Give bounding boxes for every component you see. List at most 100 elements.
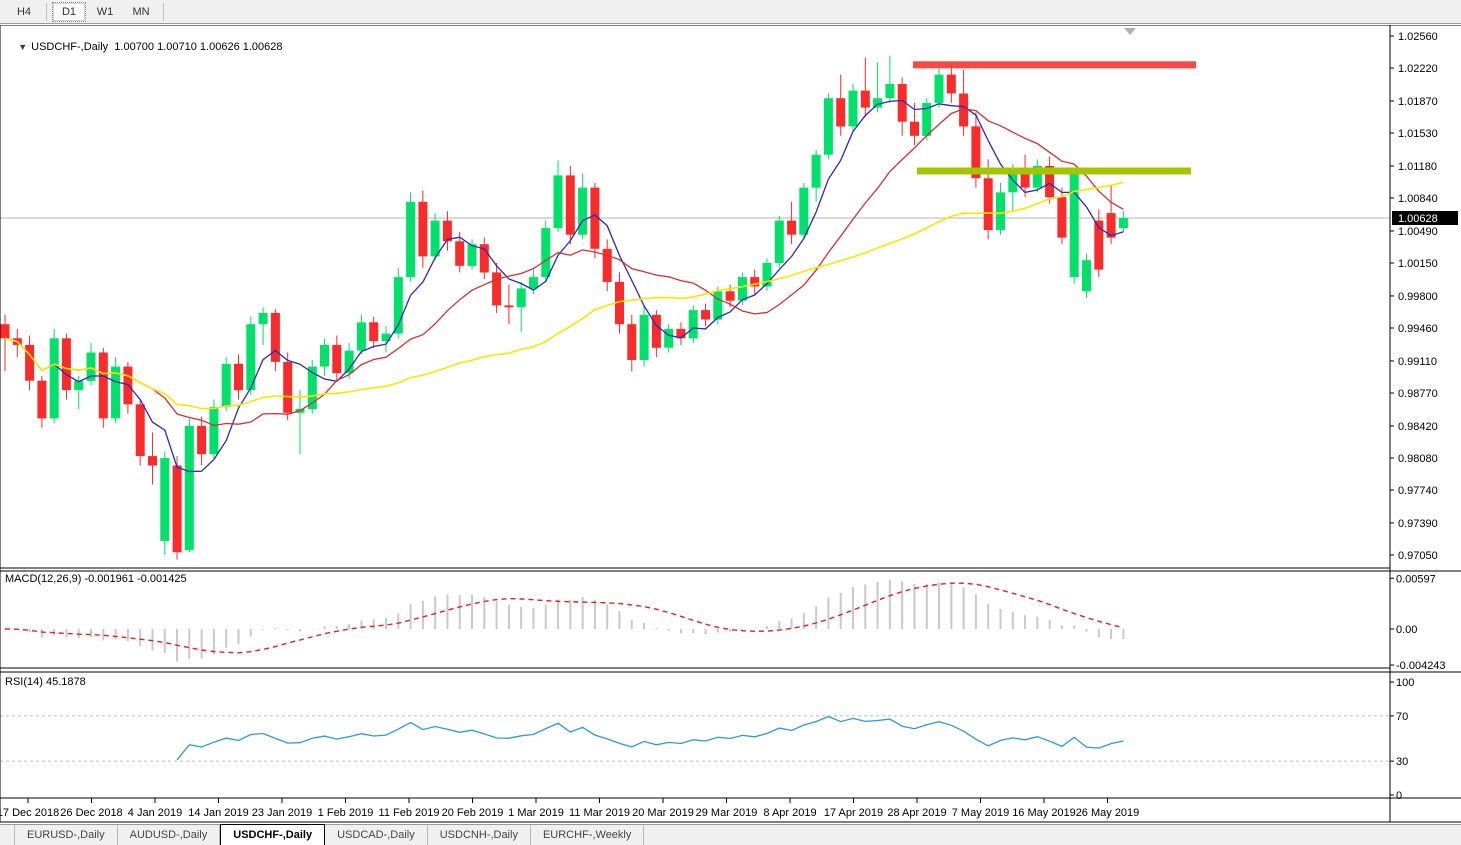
chart-workspace[interactable]: 1.02560 1.02220 1.01870 1.01530 1.01180 1.008… — [0, 25, 1461, 823]
chart-tab-eurusd[interactable]: EURUSD-,Daily — [14, 825, 118, 845]
support-line[interactable] — [917, 167, 1191, 175]
candle — [934, 74, 944, 103]
candle — [430, 220, 440, 257]
candle — [578, 187, 588, 235]
date-axis-label: 8 Apr 2019 — [763, 807, 816, 819]
rsi-axis-label: 0 — [1396, 790, 1402, 802]
candle — [529, 277, 538, 289]
date-axis-label: 23 Jan 2019 — [252, 807, 313, 819]
candle — [516, 288, 526, 308]
rsi-indicator-label: RSI(14) 45.1878 — [5, 676, 86, 688]
ma-line-34 — [4, 181, 1124, 410]
date-axis-label: 17 Dec 2018 — [0, 807, 59, 819]
date-axis-label: 20 Mar 2019 — [632, 807, 694, 819]
chart-tab-bar: EURUSD-,Daily AUDUSD-,Daily USDCHF-,Daily U… — [0, 824, 1461, 845]
candle — [639, 314, 649, 360]
candle — [1057, 197, 1067, 238]
candle — [541, 228, 551, 278]
date-axis-label: 20 Feb 2019 — [442, 807, 504, 819]
date-axis-label: 17 Apr 2019 — [824, 807, 883, 819]
chart-tab-usdcad[interactable]: USDCAD-,Daily — [325, 825, 428, 845]
candle — [1020, 173, 1030, 188]
price-axis-label: 0.99460 — [1398, 323, 1438, 335]
candle — [885, 84, 895, 99]
price-axis-label: 0.98770 — [1398, 388, 1438, 400]
candle — [406, 201, 416, 278]
rsi-axis-label: 100 — [1396, 677, 1414, 689]
candle — [504, 305, 514, 308]
date-axis-label: 28 Apr 2019 — [887, 807, 946, 819]
candle — [799, 187, 809, 235]
candle — [369, 322, 379, 342]
toolbar-separator — [163, 2, 164, 21]
chart-tab-usdchf[interactable]: USDCHF-,Daily — [220, 824, 326, 845]
price-axis-label: 0.98080 — [1398, 453, 1438, 465]
symbol-dropdown-icon[interactable]: ▼ — [18, 42, 27, 52]
price-axis-label: 0.98420 — [1398, 421, 1438, 433]
candle — [135, 404, 145, 457]
chart-tab-eurchf[interactable]: EURCHF-,Weekly — [531, 825, 645, 845]
candle — [160, 458, 170, 541]
candle — [258, 312, 268, 325]
date-axis-label: 11 Feb 2019 — [379, 807, 440, 819]
candle — [320, 344, 329, 367]
candle — [283, 361, 293, 413]
candle — [184, 425, 194, 551]
candle — [664, 328, 674, 348]
candle — [148, 456, 157, 466]
candle — [1069, 173, 1079, 278]
candle — [270, 312, 280, 362]
ma-line-5 — [4, 99, 1124, 473]
candle — [234, 363, 243, 391]
candle — [418, 201, 428, 257]
candle — [197, 425, 207, 455]
price-axis[interactable]: 1.02560 1.02220 1.01870 1.01530 1.01180 1.008… — [1390, 31, 1458, 802]
candle — [688, 310, 698, 339]
toolbar-separator — [46, 2, 47, 21]
candle — [565, 175, 575, 235]
price-axis-label: 1.00150 — [1398, 258, 1438, 270]
date-axis-label: 1 Feb 2019 — [318, 807, 374, 819]
date-axis-label: 29 Mar 2019 — [696, 807, 758, 819]
chart-tab-usdcnh[interactable]: USDCNH-,Daily — [428, 825, 531, 845]
macd-axis-label: -0.004243 — [1396, 660, 1446, 672]
macd-panel — [4, 579, 1125, 662]
candle — [442, 220, 452, 242]
candle — [627, 324, 637, 360]
date-axis-label: 16 May 2019 — [1012, 807, 1076, 819]
timeframe-button-h4[interactable]: H4 — [7, 2, 41, 22]
candle — [701, 310, 710, 320]
candle — [811, 154, 821, 188]
macd-axis-label: 0.00 — [1396, 624, 1417, 636]
date-axis-label: 14 Jan 2019 — [188, 807, 249, 819]
candle — [860, 90, 870, 108]
chart-shift-marker[interactable] — [1124, 28, 1136, 35]
price-axis-label: 1.01530 — [1398, 128, 1438, 140]
price-axis-label: 0.99110 — [1398, 356, 1437, 368]
price-axis-label: 0.97740 — [1398, 485, 1438, 497]
candle — [1082, 260, 1091, 292]
price-axis-label: 1.01180 — [1398, 161, 1437, 173]
timeframe-button-mn[interactable]: MN — [124, 2, 158, 22]
chart-tab-audusd[interactable]: AUDUSD-,Daily — [118, 825, 221, 845]
candle — [787, 220, 797, 235]
date-axis-label: 4 Jan 2019 — [128, 807, 182, 819]
candle — [1118, 218, 1128, 229]
candle — [98, 352, 108, 419]
candle — [983, 178, 993, 230]
rsi-axis-label: 70 — [1396, 711, 1408, 723]
timeframe-button-w1[interactable]: W1 — [88, 2, 122, 22]
timeframe-button-d1[interactable]: D1 — [52, 1, 86, 22]
date-axis[interactable]: 17 Dec 2018 26 Dec 2018 4 Jan 2019 14 Jan 2… — [0, 798, 1139, 819]
resistance-line[interactable] — [913, 61, 1196, 69]
candle — [996, 192, 1005, 231]
chart-canvas[interactable]: 1.02560 1.02220 1.01870 1.01530 1.01180 1.008… — [0, 25, 1461, 823]
candle — [553, 175, 563, 229]
chart-symbol-label: USDCHF-,Daily — [31, 41, 109, 53]
date-axis-label: 11 Mar 2019 — [569, 807, 630, 819]
candle — [737, 277, 747, 301]
price-axis-label: 1.00840 — [1398, 193, 1438, 205]
candle — [356, 322, 366, 351]
chart-title: ▼ USDCHF-,Daily 1.00700 1.00710 1.00626 1… — [6, 29, 282, 65]
candle — [713, 291, 723, 320]
